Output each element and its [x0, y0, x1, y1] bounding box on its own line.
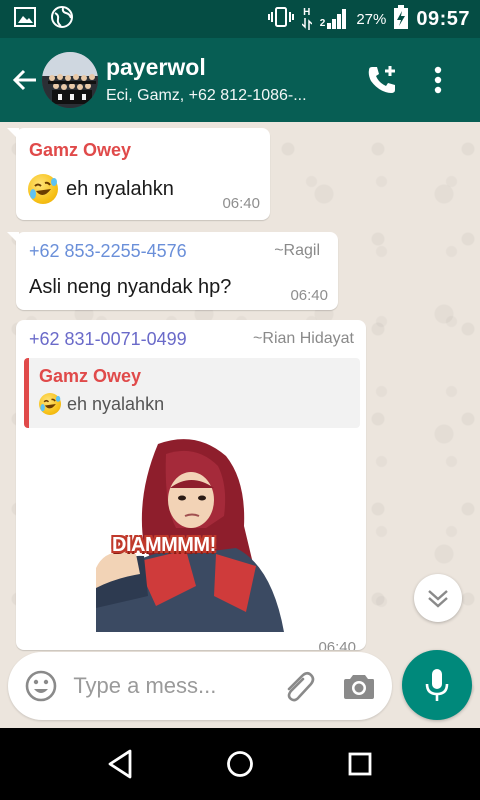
rolling-laughing-emoji-icon: [39, 393, 61, 415]
camera-button[interactable]: [341, 666, 378, 706]
quoted-message[interactable]: Gamz Owey eh nyalahkn: [24, 358, 360, 428]
nav-recents-button[interactable]: [330, 734, 390, 794]
vibrate-icon: [267, 6, 294, 33]
network-indicator: H: [301, 7, 312, 30]
sim-slot: 2: [319, 18, 326, 29]
message-input[interactable]: [73, 673, 274, 699]
message-composer: [8, 652, 392, 720]
double-chevron-down-icon: [428, 590, 448, 608]
add-call-button[interactable]: [362, 56, 402, 104]
nav-back-button[interactable]: [90, 734, 150, 794]
sender-display-name: ~Rian Hidayat: [253, 330, 354, 347]
smiley-icon: [25, 670, 56, 702]
triangle-back-icon: [108, 749, 132, 779]
battery-percent: 27%: [356, 10, 387, 28]
nav-home-button[interactable]: [210, 734, 270, 794]
camera-icon: [344, 675, 375, 699]
status-right: H 2 27% 09:57: [267, 4, 470, 34]
quoted-text: eh nyalahkn: [67, 393, 165, 414]
more-vert-icon: [434, 66, 442, 94]
back-button[interactable]: [8, 56, 42, 104]
chat-members: Eci, Gamz, +62 812-1086-...: [106, 87, 307, 104]
group-avatar[interactable]: [42, 52, 98, 108]
status-bar: H 2 27% 09:57: [0, 0, 480, 38]
system-nav-bar: [0, 728, 480, 800]
header-actions: [362, 56, 480, 104]
signal-indicator: 2: [320, 9, 349, 29]
circle-home-icon: [227, 751, 253, 777]
message-sender: Gamz Owey: [29, 140, 132, 160]
chat-info[interactable]: payerwol Eci, Gamz, +62 812-1086-...: [106, 53, 362, 107]
globe-icon: [50, 5, 74, 34]
message-text-row: eh nyalahkn: [28, 174, 174, 204]
chat-area[interactable]: Gamz Owey eh nyalahkn 06:40 +62 853-2255…: [0, 122, 480, 728]
message-text: eh nyalahkn: [66, 177, 174, 200]
microphone-icon: [425, 669, 449, 701]
sticker-message-bubble[interactable]: +62 831-0071-0499 ~Rian Hidayat Gamz Owe…: [16, 320, 366, 650]
clock: 09:57: [416, 7, 470, 30]
gallery-icon: [14, 6, 36, 32]
back-arrow-icon: [12, 69, 36, 91]
chat-header: payerwol Eci, Gamz, +62 812-1086-...: [0, 38, 480, 122]
rolling-laughing-emoji-icon: [28, 174, 58, 204]
chat-title: payerwol: [106, 54, 206, 80]
sticker-caption: DIAMMMM!: [112, 534, 216, 556]
scroll-to-bottom-button[interactable]: [414, 574, 462, 622]
message-sender: +62 853-2255-4576: [29, 241, 187, 261]
message-bubble[interactable]: Gamz Owey eh nyalahkn 06:40: [7, 128, 270, 220]
square-recents-icon: [348, 752, 372, 776]
message-text: Asli neng nyandak hp?: [29, 276, 232, 298]
emoji-button[interactable]: [22, 666, 59, 706]
network-type: H: [303, 7, 311, 18]
quoted-text-row: eh nyalahkn: [39, 393, 350, 415]
more-options-button[interactable]: [418, 56, 458, 104]
attach-button[interactable]: [279, 666, 316, 706]
message-time: 06:40: [222, 195, 260, 212]
paperclip-icon: [287, 671, 315, 702]
message-time: 06:40: [290, 287, 328, 304]
add-call-icon: [368, 66, 395, 93]
group-photo-icon: [42, 52, 98, 108]
sender-display-name: ~Ragil: [274, 242, 320, 259]
signal-icon: [327, 9, 347, 29]
voice-record-button[interactable]: [402, 650, 472, 720]
message-bubble[interactable]: +62 853-2255-4576 ~Ragil Asli neng nyand…: [7, 232, 338, 310]
message-time: 06:40: [318, 639, 356, 650]
message-sender: +62 831-0071-0499: [29, 329, 187, 349]
quoted-sender: Gamz Owey: [39, 366, 142, 386]
battery-charging-icon: [394, 4, 409, 34]
status-left: [14, 5, 74, 34]
